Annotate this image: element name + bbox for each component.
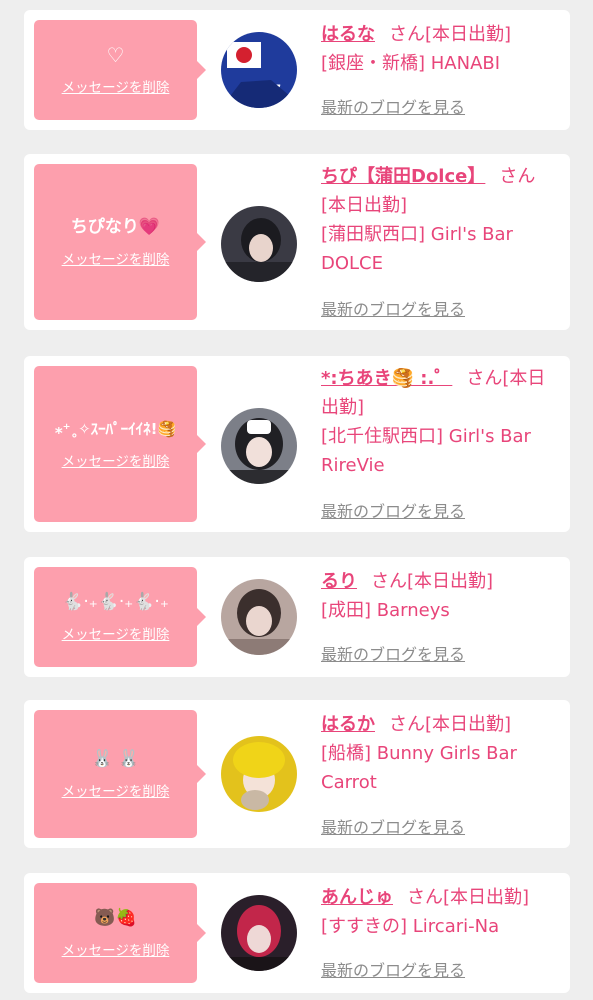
status-label: [本日出勤]	[321, 195, 408, 216]
user-info: *:ちあき🥞 :.゜ さん[本日出勤] [北千住駅西口] Girl's Bar R…	[321, 364, 556, 480]
message-card: 🐰 🐰 メッセージを削除 はるか さん[本日出勤] [船橋] Bunny Girl…	[24, 700, 570, 848]
message-text: 🐇‧₊🐇‧₊🐇‧₊	[62, 592, 169, 612]
message-card: 🐇‧₊🐇‧₊🐇‧₊ メッセージを削除 るり さん[本日出勤] [成田] Barne…	[24, 557, 570, 677]
user-info: るり さん[本日出勤] [成田] Barneys	[321, 567, 556, 625]
latest-blog-link[interactable]: 最新のブログを見る	[321, 957, 465, 981]
avatar[interactable]	[221, 736, 297, 812]
honorific-status: さん[本日出勤]	[371, 571, 494, 592]
delete-message-link[interactable]: メッセージを削除	[62, 780, 170, 800]
avatar[interactable]	[221, 579, 297, 655]
user-info: はるな さん[本日出勤] [銀座・新橋] HANABI	[321, 20, 556, 78]
store-label: [蒲田駅西口] Girl's Bar DOLCE	[321, 224, 513, 274]
delete-message-link[interactable]: メッセージを削除	[62, 623, 170, 643]
latest-blog-link[interactable]: 最新のブログを見る	[321, 498, 465, 522]
honorific-status: さん[本日出勤]	[389, 714, 512, 735]
honorific-status: さん[本日出勤]	[407, 887, 530, 908]
message-bubble: 🐰 🐰 メッセージを削除	[34, 710, 206, 838]
message-card: ちぴなり💗 メッセージを削除 ちぴ【蒲田Dolce】 さん [本日出勤] [蒲田駅…	[24, 154, 570, 330]
user-name-link[interactable]: はるか	[321, 714, 375, 735]
user-name-link[interactable]: はるな	[321, 24, 375, 45]
message-bubble: ちぴなり💗 メッセージを削除	[34, 164, 206, 320]
message-card: ♡ メッセージを削除 7 はるなさん[本日出勤] [銀座・新橋] HANABI …	[24, 10, 570, 130]
user-name-link[interactable]: あんじゅ	[321, 887, 393, 908]
store-label: [成田] Barneys	[321, 600, 450, 621]
delete-message-link[interactable]: メッセージを削除	[62, 450, 170, 470]
message-text: ⁎⁺˳✧ｽｰﾊﾟｰｲｲﾈ!🥞	[54, 420, 177, 438]
message-card: 🐻🍓 メッセージを削除 あんじゅ さん[本日出勤] [すすきの] Lircari-…	[24, 873, 570, 993]
honorific-status: さん	[499, 166, 536, 187]
user-info: あんじゅ さん[本日出勤] [すすきの] Lircari-Na	[321, 883, 556, 941]
latest-blog-link[interactable]: 最新のブログを見る	[321, 814, 465, 838]
store-label: [船橋] Bunny Girls Bar Carrot	[321, 743, 517, 793]
delete-message-link[interactable]: メッセージを削除	[62, 248, 170, 268]
honorific-status: さん[本日出勤]	[389, 24, 512, 45]
store-label: [銀座・新橋] HANABI	[321, 53, 501, 74]
message-bubble: 🐇‧₊🐇‧₊🐇‧₊ メッセージを削除	[34, 567, 206, 667]
message-bubble: 🐻🍓 メッセージを削除	[34, 883, 206, 983]
message-text: ちぴなり💗	[70, 217, 161, 237]
user-name-link[interactable]: ちぴ【蒲田Dolce】	[321, 166, 485, 187]
message-text: 🐻🍓	[94, 908, 137, 928]
latest-blog-link[interactable]: 最新のブログを見る	[321, 94, 465, 118]
avatar[interactable]	[221, 895, 297, 971]
latest-blog-link[interactable]: 最新のブログを見る	[321, 296, 465, 320]
user-info: はるか さん[本日出勤] [船橋] Bunny Girls Bar Carrot	[321, 710, 556, 797]
message-list: ♡ メッセージを削除 7 はるなさん[本日出勤] [銀座・新橋] HANABI …	[0, 0, 593, 1000]
message-text: 🐰 🐰	[91, 749, 140, 769]
user-name-link[interactable]: るり	[321, 571, 357, 592]
message-bubble: ♡ メッセージを削除	[34, 20, 206, 120]
delete-message-link[interactable]: メッセージを削除	[62, 76, 170, 96]
user-info: ちぴ【蒲田Dolce】 さん [本日出勤] [蒲田駅西口] Girl's Bar …	[321, 162, 556, 278]
store-label: [北千住駅西口] Girl's Bar RireVie	[321, 426, 531, 476]
message-text: ♡	[106, 43, 125, 67]
message-bubble: ⁎⁺˳✧ｽｰﾊﾟｰｲｲﾈ!🥞 メッセージを削除	[34, 366, 206, 522]
avatar[interactable]: 7	[221, 32, 297, 108]
avatar[interactable]	[221, 408, 297, 484]
message-card: ⁎⁺˳✧ｽｰﾊﾟｰｲｲﾈ!🥞 メッセージを削除 *:ちあき🥞 :.゜ さん[本日出…	[24, 356, 570, 532]
user-name-link[interactable]: *:ちあき🥞 :.゜	[321, 368, 452, 389]
avatar[interactable]	[221, 206, 297, 282]
delete-message-link[interactable]: メッセージを削除	[62, 939, 170, 959]
store-label: [すすきの] Lircari-Na	[321, 916, 500, 937]
latest-blog-link[interactable]: 最新のブログを見る	[321, 641, 465, 665]
